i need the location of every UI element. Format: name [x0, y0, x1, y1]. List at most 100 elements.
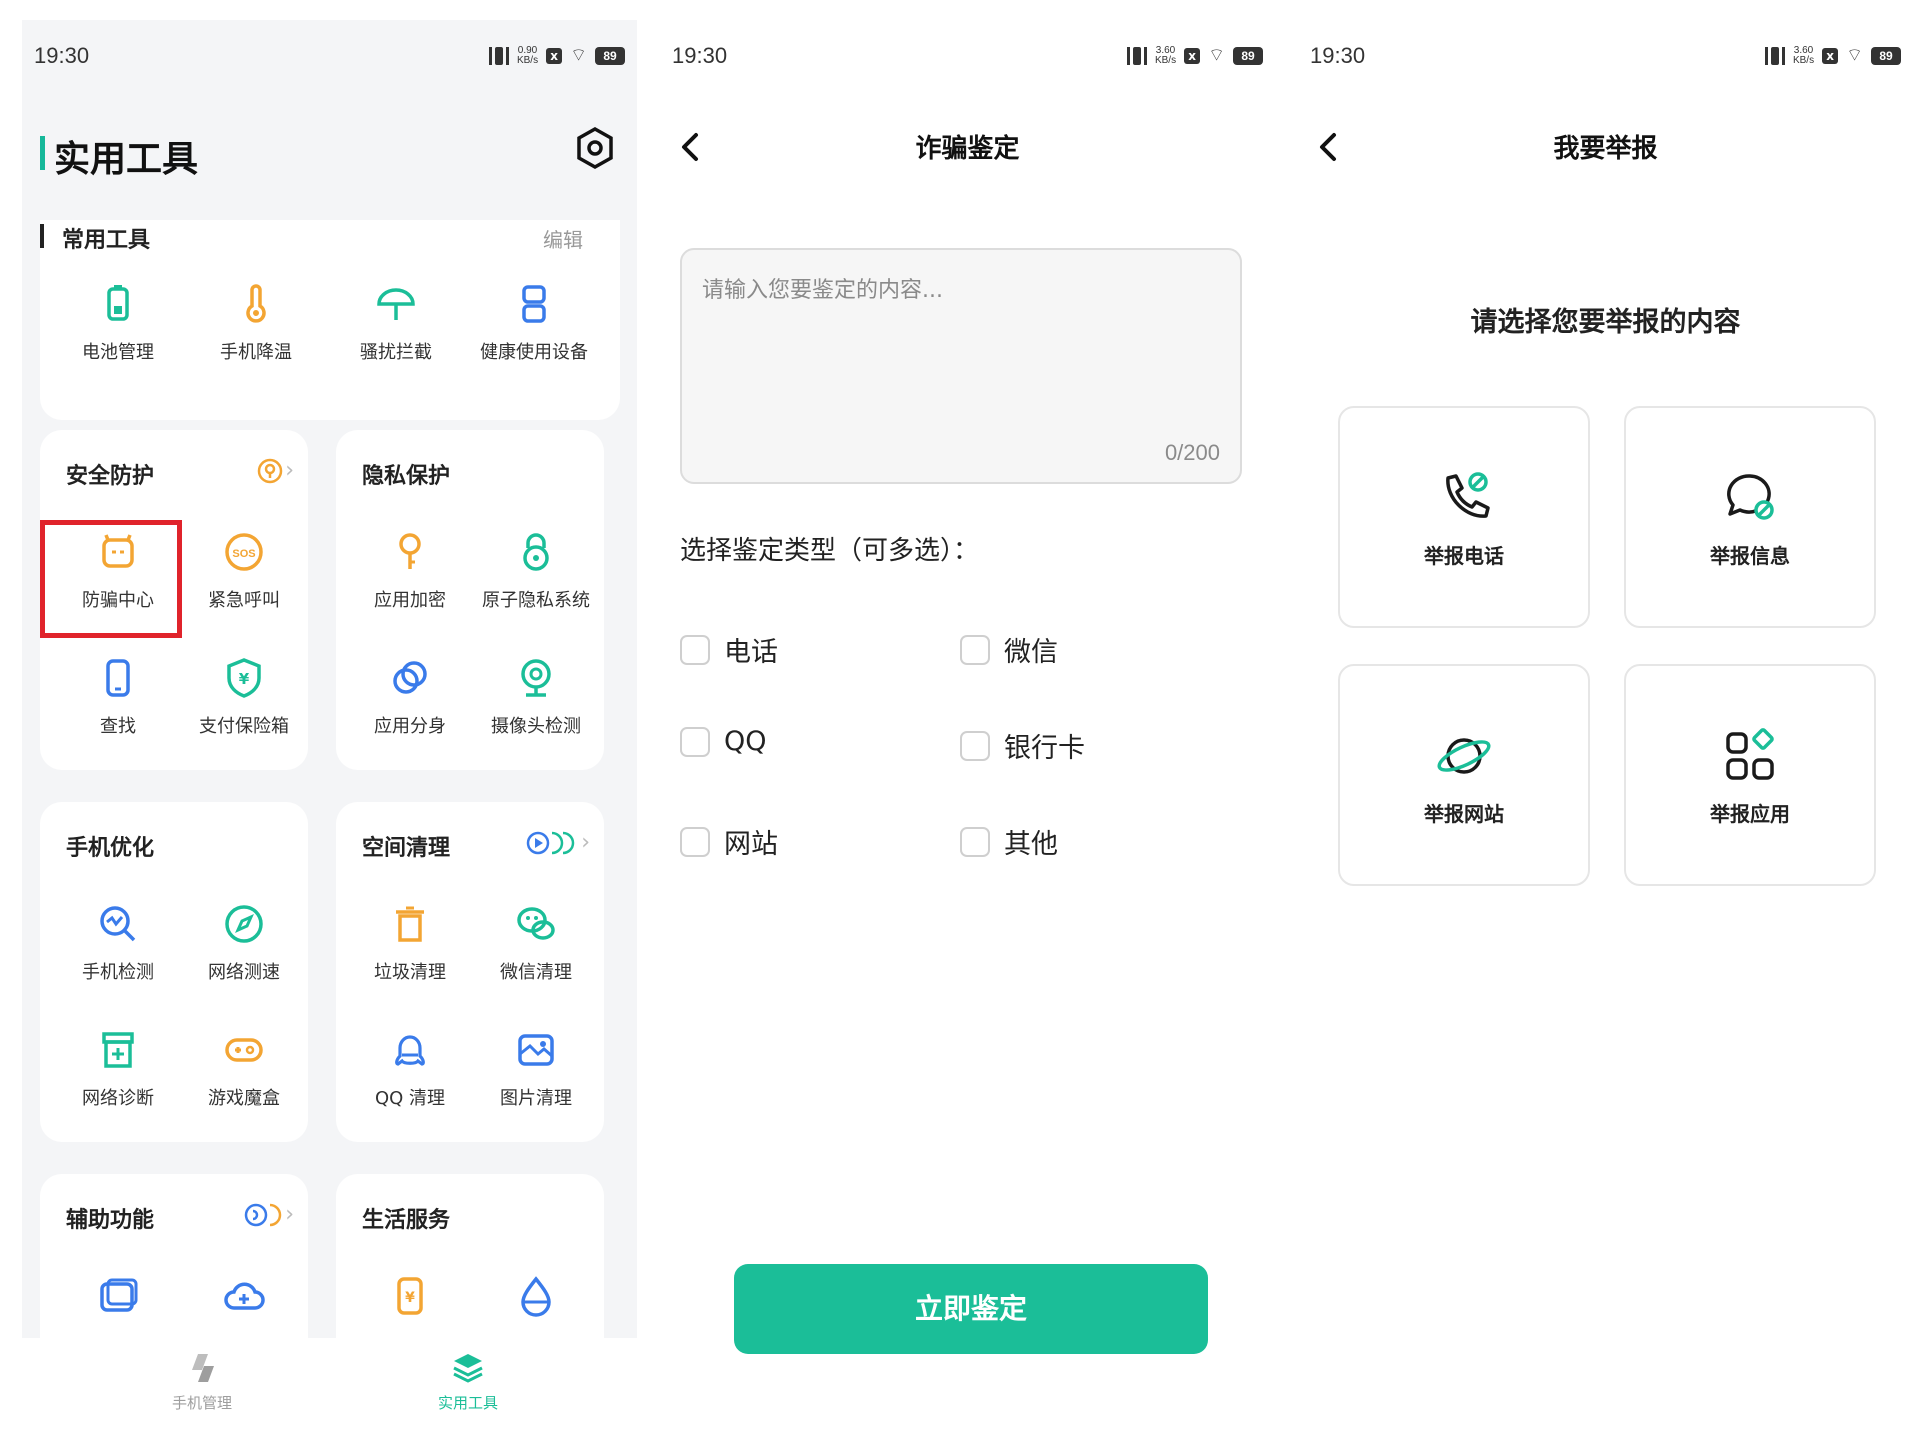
tool-app-clone[interactable]: 应用分身 — [348, 656, 472, 738]
camera-detect-icon — [521, 659, 551, 697]
tool-health[interactable]: 健康使用设备 — [472, 282, 596, 364]
status-bar: 19:30 0.90 KB/s x ⌔ 89 — [34, 38, 625, 74]
page-title: 实用工具 — [40, 130, 198, 182]
water-drop-icon — [521, 1276, 551, 1317]
option-phone[interactable]: 电话 — [680, 630, 778, 669]
svg-text:¥: ¥ — [239, 670, 250, 688]
option-bank-card[interactable]: 银行卡 — [960, 726, 1085, 765]
highlight-box — [40, 520, 182, 638]
report-prompt: 请选择您要举报的内容 — [1470, 307, 1741, 338]
checkbox[interactable] — [960, 634, 990, 665]
tool-image-clean[interactable]: 图片清理 — [474, 1028, 598, 1110]
image-clean-icon — [518, 1034, 554, 1066]
toggle-icon — [244, 1203, 282, 1227]
assist-heading: 辅助功能 — [66, 1208, 155, 1233]
report-message-card[interactable]: 举报信息 — [1624, 406, 1876, 628]
phone-manage-icon — [192, 1354, 214, 1382]
tool-game-box[interactable]: 游戏魔盒 — [182, 1028, 306, 1110]
tool-sos[interactable]: SOS 紧急呼叫 — [182, 530, 306, 612]
tool-battery[interactable]: 电池管理 — [56, 282, 180, 364]
umbrella-icon — [377, 288, 415, 320]
tool-block[interactable]: 骚扰拦截 — [334, 282, 458, 364]
content-input[interactable]: 请输入您要鉴定的内容... 0/200 — [680, 248, 1242, 484]
tool-app-lock[interactable]: 应用加密 — [348, 530, 472, 612]
char-counter: 0/200 — [1164, 440, 1220, 465]
common-tools-heading: 常用工具 — [40, 222, 150, 254]
edit-button[interactable]: 编辑 — [543, 224, 583, 253]
report-app-card[interactable]: 举报应用 — [1624, 664, 1876, 886]
cleanup-heading: 空间清理 — [362, 836, 451, 861]
tool-life-2[interactable] — [474, 1274, 598, 1318]
phone-check-icon — [100, 906, 136, 942]
no-sim-icon: x — [546, 48, 563, 64]
option-qq[interactable]: QQ — [680, 726, 767, 757]
submit-button[interactable]: 立即鉴定 — [734, 1264, 1208, 1354]
thermometer-icon — [246, 284, 266, 323]
security-more[interactable]: › — [257, 458, 294, 484]
tool-cooling[interactable]: 手机降温 — [194, 282, 318, 364]
type-title: 选择鉴定类型（可多选）： — [680, 536, 980, 566]
network-speed: 0.90 KB/s — [516, 45, 539, 66]
wifi-icon: ⌔ — [1846, 45, 1863, 66]
tool-phone-check[interactable]: 手机检测 — [56, 902, 180, 984]
network-speed: 3.60 KB/s — [1792, 45, 1815, 66]
svg-text:¥: ¥ — [405, 1290, 415, 1306]
chevron-right-icon: › — [285, 458, 294, 483]
checkbox[interactable] — [680, 634, 710, 665]
network-diagnosis-icon — [102, 1032, 134, 1068]
payment-card-icon: ¥ — [397, 1277, 423, 1315]
tool-assist-2[interactable] — [182, 1274, 306, 1318]
option-website[interactable]: 网站 — [680, 822, 778, 861]
optimize-heading: 手机优化 — [66, 836, 155, 861]
tool-qq-clean[interactable]: QQ 清理 — [348, 1028, 472, 1110]
app-clone-icon — [393, 661, 427, 694]
tool-speed-test[interactable]: 网络测速 — [182, 902, 306, 984]
tools-screen: 19:30 0.90 KB/s x ⌔ 89 实用工具 常用工具 编辑 电池管理… — [22, 20, 637, 1430]
layers-icon — [453, 1354, 483, 1383]
network-speed: 3.60 KB/s — [1154, 45, 1177, 66]
cleanup-more[interactable]: › — [525, 830, 590, 856]
settings-icon[interactable] — [573, 126, 617, 170]
battery-icon — [107, 285, 129, 321]
battery-status: 89 — [1233, 47, 1263, 65]
tool-assist-1[interactable] — [56, 1274, 180, 1318]
qq-icon — [395, 1035, 425, 1066]
report-website-icon — [1437, 738, 1491, 774]
option-wechat[interactable]: 微信 — [960, 630, 1058, 669]
nav-phone-manage[interactable]: 手机管理 — [132, 1350, 272, 1413]
tool-junk-clean[interactable]: 垃圾清理 — [348, 902, 472, 984]
sos-icon: SOS — [225, 533, 263, 571]
hourglass-icon — [522, 285, 546, 323]
vibrate-icon — [1764, 47, 1785, 65]
assist-more[interactable]: › — [243, 1202, 294, 1228]
option-other[interactable]: 其他 — [960, 822, 1058, 861]
battery-status: 89 — [1871, 47, 1901, 65]
tool-life-1[interactable]: ¥ — [348, 1274, 472, 1318]
tool-wechat-clean[interactable]: 微信清理 — [474, 902, 598, 984]
tool-camera-detect[interactable]: 摄像头检测 — [474, 656, 598, 738]
wechat-icon — [517, 907, 555, 940]
checkbox[interactable] — [960, 730, 990, 761]
report-phone-icon — [1446, 472, 1490, 518]
bottom-nav: 手机管理 实用工具 — [22, 1338, 637, 1430]
vibrate-icon — [488, 47, 509, 65]
nav-tools[interactable]: 实用工具 — [398, 1350, 538, 1413]
tool-payment-safe[interactable]: ¥ 支付保险箱 — [182, 656, 306, 738]
lock-icon — [523, 533, 549, 571]
cloud-add-icon — [224, 1282, 265, 1310]
tool-network-diagnosis[interactable]: 网络诊断 — [56, 1028, 180, 1110]
tool-atomic-privacy[interactable]: 原子隐私系统 — [474, 530, 598, 612]
speed-test-icon — [225, 905, 263, 943]
report-website-card[interactable]: 举报网站 — [1338, 664, 1590, 886]
fraud-check-screen: 19:30 3.60 KB/s x ⌔ 89 诈骗鉴定 请输入您要鉴定的内容..… — [660, 20, 1275, 1430]
report-phone-card[interactable]: 举报电话 — [1338, 406, 1590, 628]
checkbox[interactable] — [680, 826, 710, 857]
life-heading: 生活服务 — [362, 1208, 451, 1233]
checkbox[interactable] — [680, 726, 710, 757]
vibrate-icon — [1126, 47, 1147, 65]
tool-find[interactable]: 查找 — [56, 656, 180, 738]
checkbox[interactable] — [960, 826, 990, 857]
battery-status: 89 — [595, 47, 625, 65]
status-time: 19:30 — [34, 43, 90, 68]
svg-text:SOS: SOS — [232, 548, 255, 560]
